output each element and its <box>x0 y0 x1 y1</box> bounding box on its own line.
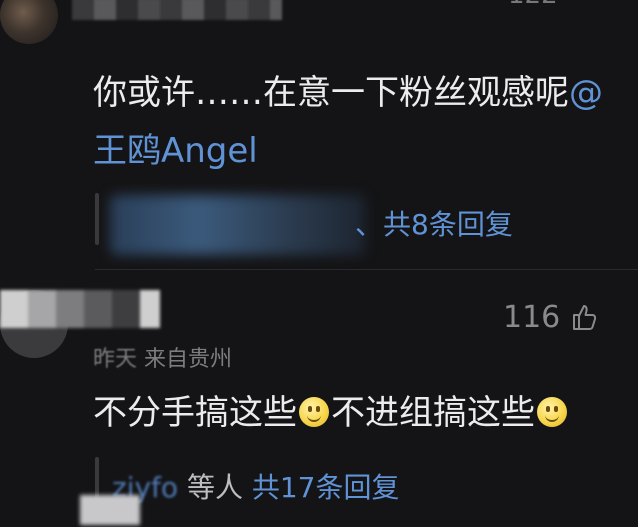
smiling-face-emoji-icon <box>299 397 329 427</box>
comment-text: 不分手搞这些 不进组搞这些 <box>93 393 569 434</box>
comment-text-line: 你或许……在意一下粉丝观感呢 <box>93 73 569 113</box>
reply-indicator-bar <box>95 193 99 245</box>
comment-text-part: 不分手搞这些 <box>93 393 297 433</box>
username-redacted <box>0 290 160 328</box>
reply-others: 等人 <box>178 471 243 504</box>
reply-preview-redacted <box>110 195 365 255</box>
comment-text-continued: 王鸥Angel <box>93 131 258 172</box>
divider <box>95 269 638 270</box>
avatar[interactable] <box>0 0 58 44</box>
smiling-face-emoji-icon <box>537 397 567 427</box>
mention-symbol[interactable]: @ <box>569 73 603 113</box>
like-count: 116 <box>503 300 561 335</box>
comment-text-part: 不进组搞这些 <box>331 393 535 433</box>
thumbs-up-icon[interactable] <box>571 302 597 332</box>
reply-preview[interactable]: ziyfo 等人 共17条回复 <box>112 466 400 506</box>
username-redacted <box>72 0 282 20</box>
comment-location: 来自贵州 <box>144 347 233 372</box>
comment-meta: 昨天 来自贵州 <box>93 341 232 373</box>
view-replies-link[interactable]: 共17条回复 <box>252 471 400 504</box>
like-count: 122 <box>508 0 558 10</box>
mention-link[interactable]: 王鸥Angel <box>93 131 258 171</box>
comment-text: 你或许……在意一下粉丝观感呢@ <box>93 73 603 114</box>
view-replies-link[interactable]: 、共8条回复 <box>355 203 513 243</box>
comment-time: 昨天 <box>93 347 138 372</box>
redacted-block <box>80 495 140 525</box>
